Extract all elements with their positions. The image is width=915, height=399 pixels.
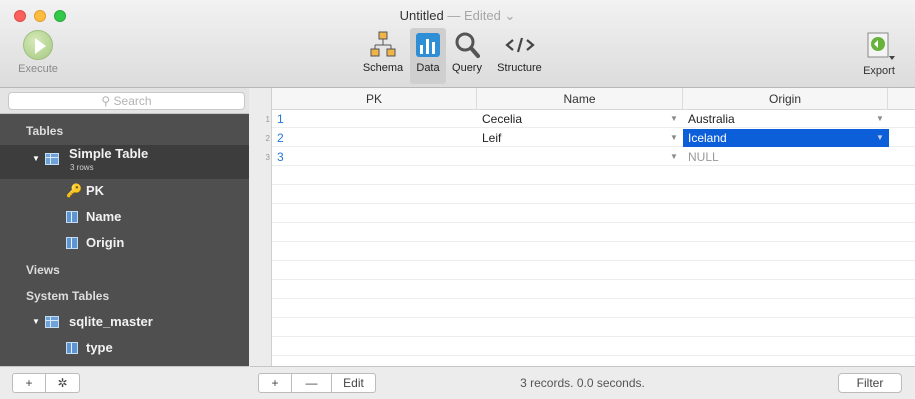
empty-row xyxy=(272,167,915,185)
section-system-tables: System Tables xyxy=(26,289,110,303)
empty-row xyxy=(272,243,915,261)
column-icon xyxy=(66,237,78,249)
cell-name[interactable]: Cecelia xyxy=(477,110,671,128)
empty-row xyxy=(272,186,915,204)
column-name: Origin xyxy=(86,235,125,250)
column-name: PK xyxy=(86,183,105,198)
tab-structure[interactable]: Structure xyxy=(488,28,551,84)
tab-query[interactable]: Query xyxy=(447,28,487,84)
row-number-gutter: 1 2 3 xyxy=(250,88,272,366)
toolbar: Untitled — Edited ⌄ Execute Schema Data … xyxy=(0,0,915,88)
grid-header: PK Name Origin xyxy=(272,88,915,110)
dropdown-arrow-icon[interactable]: ▼ xyxy=(874,110,886,128)
search-input[interactable]: ⚲ Search xyxy=(8,92,245,110)
column-header-name[interactable]: Name xyxy=(477,88,683,110)
export-button[interactable]: Export xyxy=(857,30,901,77)
cell-name[interactable]: Leif xyxy=(477,129,671,147)
status-text: 3 records. 0.0 seconds. xyxy=(520,376,645,390)
empty-row xyxy=(272,281,915,299)
sidebar-item-sqlite-master[interactable]: ▼ sqlite_master xyxy=(0,309,249,335)
table-row[interactable]: 2 Leif ▼ Iceland ▼ xyxy=(272,129,915,147)
execute-button[interactable]: Execute xyxy=(10,30,66,75)
cell-origin[interactable]: Australia xyxy=(683,110,877,128)
disclosure-triangle-icon[interactable]: ▼ xyxy=(32,309,40,335)
column-name: Name xyxy=(86,209,122,224)
chevron-down-icon: ⌄ xyxy=(504,8,516,23)
export-icon xyxy=(862,30,896,62)
table-icon xyxy=(45,316,59,328)
app-window: Untitled — Edited ⌄ Execute Schema Data … xyxy=(0,0,915,399)
table-row[interactable]: 3 ▼ NULL xyxy=(272,148,915,166)
cell-pk[interactable]: 1 xyxy=(272,110,477,128)
tab-data[interactable]: Data xyxy=(410,28,446,84)
execute-label: Execute xyxy=(18,63,58,75)
document-name: Untitled xyxy=(399,8,444,23)
gear-icon[interactable]: ✲ xyxy=(46,373,80,393)
empty-row xyxy=(272,300,915,318)
search-placeholder: Search xyxy=(113,94,152,108)
cell-origin-selected[interactable]: Iceland xyxy=(683,129,889,147)
add-table-button[interactable]: + xyxy=(12,373,46,393)
row-number: 2 xyxy=(265,134,270,143)
row-number: 1 xyxy=(265,115,270,124)
play-icon xyxy=(23,30,53,60)
empty-row xyxy=(272,205,915,223)
data-icon xyxy=(416,33,440,57)
column-icon xyxy=(66,342,78,354)
sidebar-footer: + ✲ xyxy=(0,366,249,399)
schema-icon xyxy=(370,31,396,57)
export-label: Export xyxy=(863,65,895,77)
column-icon xyxy=(66,211,78,223)
cell-pk[interactable]: 2 xyxy=(272,129,477,147)
window-title[interactable]: Untitled — Edited ⌄ xyxy=(0,8,915,24)
dropdown-arrow-icon[interactable]: ▼ xyxy=(668,129,680,147)
tab-schema[interactable]: Schema xyxy=(357,28,409,84)
empty-row xyxy=(272,224,915,242)
tab-schema-label: Schema xyxy=(362,62,404,74)
query-icon xyxy=(455,32,480,58)
cell-origin[interactable]: NULL xyxy=(683,148,877,166)
column-name: type xyxy=(86,340,113,355)
dropdown-arrow-icon[interactable]: ▼ xyxy=(668,110,680,128)
tab-structure-label: Structure xyxy=(497,62,542,74)
view-switcher: Schema Data Query Structure xyxy=(357,28,551,84)
dropdown-arrow-icon[interactable]: ▼ xyxy=(874,129,886,147)
cell-pk[interactable]: 3 xyxy=(272,148,477,166)
sidebar-item-pk[interactable]: 🔑 PK xyxy=(0,178,249,204)
row-number: 3 xyxy=(265,153,270,162)
empty-row xyxy=(272,319,915,337)
sidebar-item-origin[interactable]: Origin xyxy=(0,230,249,256)
search-bar: ⚲ Search xyxy=(0,88,249,114)
data-grid: 1 2 3 PK Name Origin 1 Cecelia ▼ Austral… xyxy=(250,88,915,366)
edited-status: — Edited xyxy=(447,8,501,23)
empty-row xyxy=(272,262,915,280)
cell-name[interactable] xyxy=(477,148,671,166)
table-row[interactable]: 1 Cecelia ▼ Australia ▼ xyxy=(272,110,915,128)
filter-button[interactable]: Filter xyxy=(838,373,902,393)
dropdown-arrow-icon[interactable]: ▼ xyxy=(668,148,680,166)
structure-icon xyxy=(504,37,535,53)
tab-data-label: Data xyxy=(416,62,440,74)
column-header-pk[interactable]: PK xyxy=(272,88,477,110)
search-icon: ⚲ xyxy=(101,94,111,108)
empty-row xyxy=(272,338,915,356)
sidebar-item-simple-table[interactable]: ▼ Simple Table 3 rows xyxy=(0,145,249,179)
disclosure-triangle-icon[interactable]: ▼ xyxy=(32,146,40,172)
grid-footer: + — Edit 3 records. 0.0 seconds. Filter xyxy=(250,366,915,399)
column-header-origin[interactable]: Origin xyxy=(683,88,888,110)
section-views: Views xyxy=(26,263,60,277)
key-icon: 🔑 xyxy=(66,183,83,198)
tab-query-label: Query xyxy=(452,62,482,74)
table-name: sqlite_master xyxy=(69,314,153,329)
sidebar-item-type[interactable]: type xyxy=(0,335,249,361)
sidebar-item-name[interactable]: Name xyxy=(0,204,249,230)
table-icon xyxy=(45,153,59,165)
sidebar: ⚲ Search Tables ▼ Simple Table 3 rows 🔑 … xyxy=(0,88,249,399)
